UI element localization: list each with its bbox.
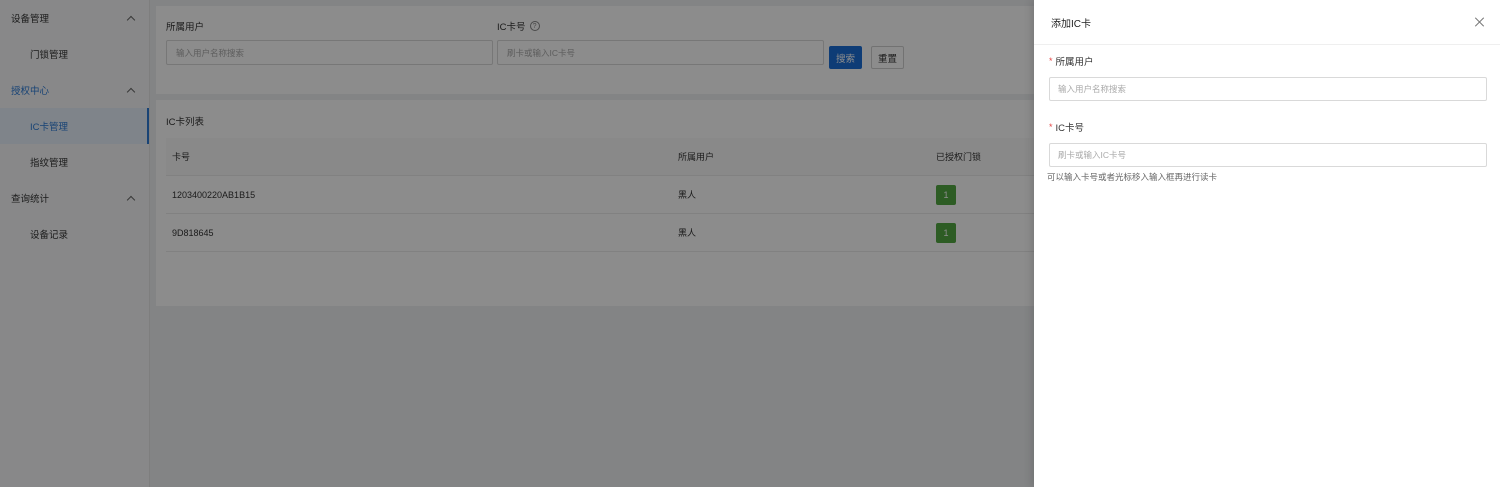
drawer-user-input[interactable]: 输入用户名称搜索 — [1049, 77, 1487, 101]
drawer-title: 添加IC卡 — [1051, 18, 1091, 30]
drawer-card-label: IC卡号 — [1055, 123, 1085, 134]
drawer-card-input[interactable]: 刷卡或输入IC卡号 — [1049, 143, 1487, 167]
drawer-header: 添加IC卡 — [1034, 0, 1500, 45]
required-mark: * — [1049, 56, 1053, 66]
add-ic-card-drawer: 添加IC卡 * 所属用户 输入用户名称搜索 * IC卡号 刷卡或输入IC卡号 可… — [1034, 0, 1500, 487]
close-icon[interactable] — [1474, 16, 1486, 28]
drawer-user-label: 所属用户 — [1055, 57, 1094, 68]
drawer-user-field: * 所属用户 输入用户名称搜索 — [1049, 55, 1487, 101]
drawer-card-field: * IC卡号 刷卡或输入IC卡号 可以输入卡号或者光标移入输入框再进行读卡 — [1047, 121, 1487, 183]
drawer-card-hint: 可以输入卡号或者光标移入输入框再进行读卡 — [1047, 172, 1218, 182]
required-mark: * — [1049, 122, 1053, 132]
drawer-overlay-mask[interactable] — [0, 0, 1034, 487]
